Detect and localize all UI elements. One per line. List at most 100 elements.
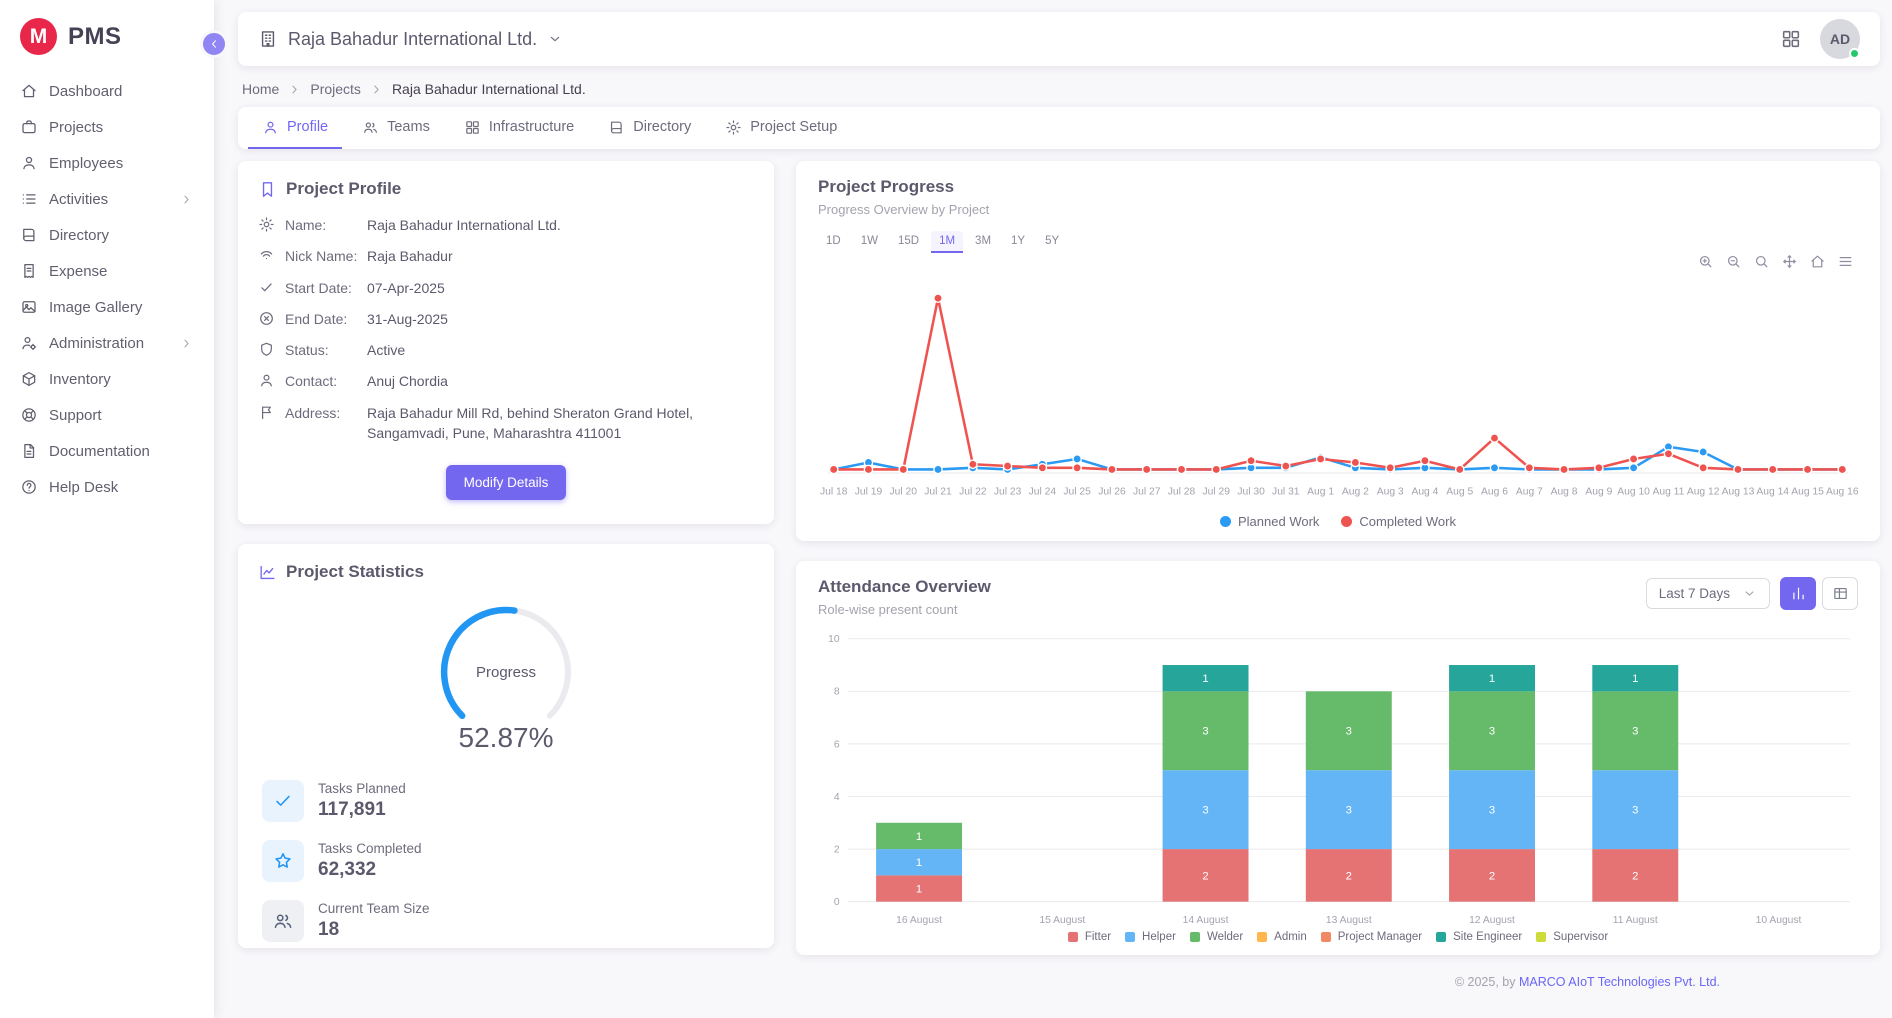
- field-label: Start Date:: [285, 278, 367, 298]
- tab-label: Teams: [387, 119, 430, 135]
- field-value: 31-Aug-2025: [367, 309, 448, 329]
- tab-infrastructure[interactable]: Infrastructure: [450, 107, 588, 149]
- profile-field-address: Address:Raja Bahadur Mill Rd, behind She…: [258, 403, 754, 444]
- tab-teams[interactable]: Teams: [348, 107, 444, 149]
- legend-item-fitter[interactable]: Fitter: [1068, 931, 1111, 943]
- avatar[interactable]: AD: [1820, 19, 1860, 59]
- progress-line-chart[interactable]: Jul 18Jul 19Jul 20Jul 21Jul 22Jul 23Jul …: [818, 265, 1858, 512]
- apps-grid-button[interactable]: [1780, 28, 1802, 50]
- svg-text:Aug 1: Aug 1: [1307, 487, 1334, 498]
- project-statistics-card: Project Statistics Progress 52.87% Tasks…: [238, 544, 774, 948]
- breadcrumb-item[interactable]: Projects: [310, 81, 361, 97]
- breadcrumb-item[interactable]: Home: [242, 81, 279, 97]
- zoom-out-icon[interactable]: [1725, 253, 1742, 270]
- chevron-left-icon: [207, 37, 221, 51]
- svg-text:Jul 31: Jul 31: [1272, 487, 1300, 498]
- sidebar-item-expense[interactable]: Expense: [8, 254, 206, 288]
- home-icon[interactable]: [1809, 253, 1826, 270]
- attendance-bar-chart[interactable]: 024681016 August11115 August14 August233…: [818, 625, 1858, 931]
- range-3m-button[interactable]: 3M: [967, 231, 999, 253]
- legend-swatch: [1536, 932, 1546, 942]
- svg-text:2: 2: [1202, 871, 1208, 883]
- chevron-right-icon: [369, 82, 384, 97]
- legend-item-admin[interactable]: Admin: [1257, 931, 1307, 943]
- legend-swatch: [1068, 932, 1078, 942]
- selection-zoom-icon[interactable]: [1753, 253, 1770, 270]
- range-1m-button[interactable]: 1M: [931, 231, 963, 253]
- chevron-right-icon: [179, 336, 194, 351]
- zoom-in-icon[interactable]: [1697, 253, 1714, 270]
- sidebar-item-administration[interactable]: Administration: [8, 326, 206, 360]
- tab-profile[interactable]: Profile: [248, 107, 342, 149]
- sidebar-item-label: Support: [49, 407, 194, 424]
- profile-field-contact: Contact:Anuj Chordia: [258, 371, 754, 391]
- sidebar-item-help-desk[interactable]: Help Desk: [8, 470, 206, 504]
- field-value: Raja Bahadur International Ltd.: [367, 215, 561, 235]
- select-value: Last 7 Days: [1659, 586, 1730, 601]
- svg-text:2: 2: [1489, 871, 1495, 883]
- activities-icon: [20, 190, 38, 208]
- teams-icon: [362, 119, 379, 136]
- field-value: Raja Bahadur: [367, 246, 453, 266]
- legend-item-completed-work[interactable]: Completed Work: [1341, 514, 1456, 529]
- range-1d-button[interactable]: 1D: [818, 231, 849, 253]
- legend-item-site-engineer[interactable]: Site Engineer: [1436, 931, 1522, 943]
- sidebar-item-label: Help Desk: [49, 479, 194, 496]
- sidebar-collapse-button[interactable]: [200, 30, 228, 58]
- app-root: M PMS DashboardProjectsEmployeesActiviti…: [0, 0, 1892, 1018]
- modify-details-button[interactable]: Modify Details: [446, 465, 567, 500]
- tab-project-setup[interactable]: Project Setup: [711, 107, 851, 149]
- date-range-select[interactable]: Last 7 Days: [1646, 578, 1770, 609]
- main-content: Raja Bahadur International Ltd. AD Home P…: [214, 0, 1892, 1018]
- legend-item-supervisor[interactable]: Supervisor: [1536, 931, 1608, 943]
- app-name: PMS: [68, 23, 122, 51]
- field-value: Active: [367, 340, 405, 360]
- projects-icon: [20, 118, 38, 136]
- field-label: End Date:: [285, 309, 367, 329]
- range-1w-button[interactable]: 1W: [853, 231, 886, 253]
- menu-icon[interactable]: [1837, 253, 1854, 270]
- svg-text:1: 1: [916, 831, 922, 843]
- footer-link[interactable]: MARCO AIoT Technologies Pvt. Ltd.: [1519, 975, 1720, 989]
- profile-field-name: Name:Raja Bahadur International Ltd.: [258, 215, 754, 235]
- svg-text:4: 4: [834, 792, 840, 803]
- progress-gauge-block: Progress: [411, 594, 601, 734]
- legend-item-planned-work[interactable]: Planned Work: [1220, 514, 1319, 529]
- sidebar-item-activities[interactable]: Activities: [8, 182, 206, 216]
- card-title: Project Profile: [286, 179, 401, 199]
- svg-text:13 August: 13 August: [1326, 915, 1372, 926]
- sidebar-item-directory[interactable]: Directory: [8, 218, 206, 252]
- sidebar-item-documentation[interactable]: Documentation: [8, 434, 206, 468]
- tab-directory[interactable]: Directory: [594, 107, 705, 149]
- svg-text:3: 3: [1489, 805, 1495, 817]
- sidebar-item-inventory[interactable]: Inventory: [8, 362, 206, 396]
- sidebar-item-employees[interactable]: Employees: [8, 146, 206, 180]
- field-value: Anuj Chordia: [367, 371, 448, 391]
- table-view-button[interactable]: [1822, 577, 1858, 610]
- range-1y-button[interactable]: 1Y: [1003, 231, 1033, 253]
- sidebar-item-dashboard[interactable]: Dashboard: [8, 74, 206, 108]
- svg-text:1: 1: [1489, 673, 1495, 685]
- stat-rows: Tasks Planned117,891Tasks Completed62,33…: [258, 780, 754, 942]
- svg-text:Aug 10: Aug 10: [1617, 487, 1650, 498]
- pan-icon[interactable]: [1781, 253, 1798, 270]
- sidebar-item-image-gallery[interactable]: Image Gallery: [8, 290, 206, 324]
- field-value: 07-Apr-2025: [367, 278, 445, 298]
- app-logo[interactable]: M PMS: [0, 0, 214, 69]
- svg-text:3: 3: [1202, 805, 1208, 817]
- legend-item-welder[interactable]: Welder: [1190, 931, 1243, 943]
- sidebar-item-support[interactable]: Support: [8, 398, 206, 432]
- company-selector[interactable]: Raja Bahadur International Ltd.: [258, 29, 563, 50]
- sidebar-item-label: Directory: [49, 227, 194, 244]
- footer-text: © 2025, by: [1455, 975, 1519, 989]
- range-5y-button[interactable]: 5Y: [1037, 231, 1067, 253]
- sidebar-item-projects[interactable]: Projects: [8, 110, 206, 144]
- legend-item-helper[interactable]: Helper: [1125, 931, 1176, 943]
- chart-view-button[interactable]: [1780, 577, 1816, 610]
- range-15d-button[interactable]: 15D: [890, 231, 927, 253]
- chevron-right-icon: [287, 82, 302, 97]
- legend-item-project-manager[interactable]: Project Manager: [1321, 931, 1422, 943]
- page-content: Project Profile Name:Raja Bahadur Intern…: [238, 161, 1880, 999]
- stat-value: 18: [318, 919, 430, 941]
- sidebar: M PMS DashboardProjectsEmployeesActiviti…: [0, 0, 214, 1018]
